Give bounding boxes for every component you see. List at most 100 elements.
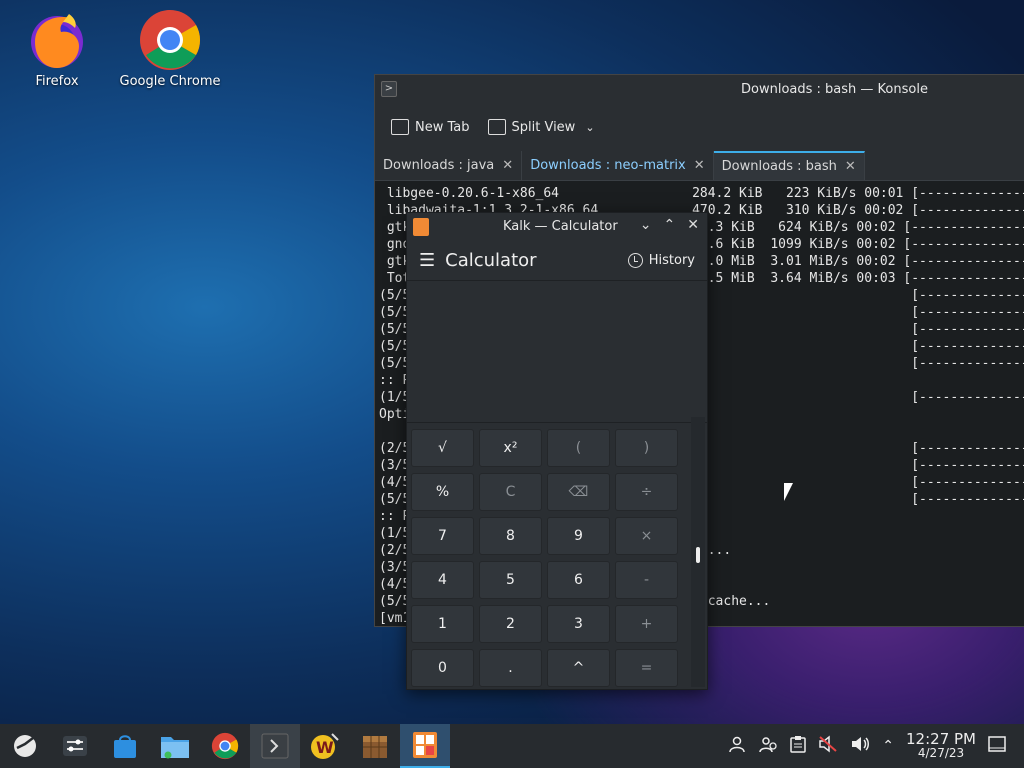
- wine-w-icon: W: [311, 733, 339, 759]
- scrollbar[interactable]: [691, 417, 705, 687]
- new-tab-label: New Tab: [415, 119, 470, 135]
- konsole-title: Downloads : bash — Konsole: [741, 82, 928, 97]
- clock-date: 4/27/23: [917, 746, 965, 760]
- key-button[interactable]: ×: [615, 517, 678, 555]
- close-icon[interactable]: ✕: [687, 217, 699, 233]
- history-button[interactable]: History: [627, 253, 695, 268]
- calculator-app-icon: [413, 218, 429, 236]
- new-tab-icon: [391, 119, 409, 135]
- system-tray: ⌃ 12:27 PM 4/27/23: [728, 724, 1024, 768]
- file-manager-button[interactable]: [150, 724, 200, 768]
- key-button[interactable]: =: [615, 649, 678, 687]
- key-button[interactable]: √: [411, 429, 474, 467]
- split-view-icon: [487, 119, 506, 135]
- firefox-desktop-icon[interactable]: Firefox: [2, 8, 112, 89]
- history-clock-icon: [627, 253, 643, 268]
- muted-speaker-icon[interactable]: [818, 735, 838, 757]
- firefox-icon: [25, 8, 89, 72]
- key-button[interactable]: 6: [547, 561, 610, 599]
- calculator-heading: Calculator: [445, 250, 537, 271]
- firefox-label: Firefox: [35, 74, 79, 89]
- calculator-icon: [413, 732, 437, 758]
- volume-icon[interactable]: [850, 735, 870, 757]
- key-button[interactable]: 8: [479, 517, 542, 555]
- calculator-header: ☰ Calculator History: [407, 241, 707, 281]
- key-button[interactable]: ÷: [615, 473, 678, 511]
- chevron-down-icon: ⌄: [585, 120, 595, 134]
- minimize-icon[interactable]: ⌄: [640, 217, 652, 233]
- folder-icon: [161, 737, 189, 759]
- minecraft-taskbar-button[interactable]: [350, 724, 400, 768]
- settings-sliders-icon: [63, 736, 87, 756]
- chrome-label: Google Chrome: [119, 74, 221, 89]
- chrome-taskbar-button[interactable]: [200, 724, 250, 768]
- konsole-tab-bar: Downloads : java ✕ Downloads : neo-matri…: [375, 151, 1024, 181]
- close-icon[interactable]: ✕: [502, 158, 513, 173]
- user-icon[interactable]: [728, 735, 746, 757]
- calculator-display: [407, 281, 707, 423]
- maximize-icon[interactable]: ⌃: [664, 217, 676, 233]
- key-button[interactable]: ^: [547, 649, 610, 687]
- digital-clock[interactable]: 12:27 PM 4/27/23: [906, 730, 976, 761]
- calculator-title: Kalk — Calculator: [503, 219, 618, 234]
- steam-deck-icon: [14, 735, 36, 757]
- calculator-titlebar[interactable]: Kalk — Calculator ⌄ ⌃ ✕: [407, 213, 707, 241]
- tab-label: Downloads : java: [383, 158, 495, 173]
- split-view-label: Split View: [511, 119, 576, 135]
- key-button[interactable]: 1: [411, 605, 474, 643]
- svg-text:W: W: [316, 738, 334, 757]
- close-icon[interactable]: ✕: [694, 158, 705, 173]
- clipboard-icon[interactable]: [790, 735, 807, 757]
- taskbar: W ⌃ 12:27 PM 4/27/23: [0, 724, 1024, 768]
- key-button[interactable]: (: [547, 429, 610, 467]
- key-button[interactable]: ⌫: [547, 473, 610, 511]
- tab-downloads-java[interactable]: Downloads : java ✕: [375, 151, 523, 180]
- crafting-table-icon: [363, 736, 387, 758]
- users-status-icon[interactable]: [758, 735, 778, 757]
- application-launcher-button[interactable]: [0, 724, 50, 768]
- key-button[interactable]: 7: [411, 517, 474, 555]
- hamburger-menu-icon[interactable]: ☰: [419, 250, 435, 271]
- key-button[interactable]: 3: [547, 605, 610, 643]
- chrome-icon: [211, 732, 239, 760]
- tab-label: Downloads : neo-matrix: [530, 158, 686, 173]
- terminal-icon: [261, 733, 289, 759]
- konsole-toolbar: New Tab Split View ⌄: [375, 103, 1024, 151]
- tab-downloads-neo-matrix[interactable]: Downloads : neo-matrix ✕: [522, 151, 714, 180]
- new-tab-button[interactable]: New Tab: [391, 119, 470, 135]
- key-button[interactable]: 2: [479, 605, 542, 643]
- key-button[interactable]: +: [615, 605, 678, 643]
- scrollbar-thumb[interactable]: [696, 547, 700, 563]
- key-button[interactable]: 4: [411, 561, 474, 599]
- key-button[interactable]: 9: [547, 517, 610, 555]
- tab-label: Downloads : bash: [721, 159, 837, 174]
- discover-store-button[interactable]: [100, 724, 150, 768]
- clock-time: 12:27 PM: [906, 730, 976, 748]
- key-button[interactable]: C: [479, 473, 542, 511]
- key-button[interactable]: %: [411, 473, 474, 511]
- chevron-up-icon[interactable]: ⌃: [882, 738, 894, 754]
- chrome-icon: [138, 8, 202, 72]
- split-view-button[interactable]: Split View ⌄: [487, 119, 595, 135]
- key-button[interactable]: .: [479, 649, 542, 687]
- system-settings-button[interactable]: [50, 724, 100, 768]
- terminal-line: libgee-0.20.6-1-x86_64 284.2 KiB 223 KiB…: [379, 186, 1024, 201]
- konsole-titlebar[interactable]: > Downloads : bash — Konsole: [375, 75, 1024, 103]
- key-button[interactable]: 5: [479, 561, 542, 599]
- tab-downloads-bash[interactable]: Downloads : bash ✕: [713, 151, 865, 180]
- key-button[interactable]: ): [615, 429, 678, 467]
- kalk-calculator-window[interactable]: Kalk — Calculator ⌄ ⌃ ✕ ☰ Calculator His…: [406, 212, 708, 690]
- wine-app-taskbar-button[interactable]: W: [300, 724, 350, 768]
- kalk-taskbar-button[interactable]: [400, 724, 450, 768]
- chrome-desktop-icon[interactable]: Google Chrome: [115, 8, 225, 89]
- calculator-keypad: √ x²()% C ⌫ ÷ 7 8 9 × 4 5 6- 1 2 3 +0. ^ =: [411, 429, 687, 687]
- konsole-taskbar-button[interactable]: [250, 724, 300, 768]
- key-button[interactable]: 0: [411, 649, 474, 687]
- key-button[interactable]: -: [615, 561, 678, 599]
- konsole-app-icon: >: [381, 81, 397, 97]
- key-button[interactable]: x²: [479, 429, 542, 467]
- shopping-bag-icon: [114, 735, 136, 758]
- history-label: History: [648, 253, 695, 268]
- close-icon[interactable]: ✕: [845, 159, 856, 174]
- show-desktop-icon[interactable]: [988, 736, 1006, 756]
